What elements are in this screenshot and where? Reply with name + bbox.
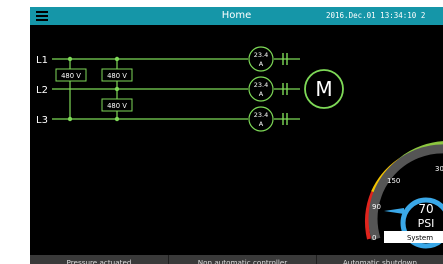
- pressure-gauge[interactable]: 0 90 150 30 70 PSI System: [365, 141, 443, 249]
- gauge-value: 70: [418, 202, 433, 216]
- datetime-display: 2016.Dec.01 13:34:10 2: [326, 11, 426, 20]
- junction-dot: [114, 116, 120, 122]
- meter-3-unit: A: [259, 120, 264, 128]
- line-label-l1: L1: [36, 55, 48, 66]
- gauge-tick-30: 30: [435, 165, 443, 173]
- junction-dot: [67, 116, 73, 122]
- gauge-source-label: System: [407, 234, 433, 242]
- app-screen: Home 2016.Dec.01 13:34:10 2 L1 L2 L3 480…: [30, 7, 443, 264]
- meter-2-value: 23.4: [254, 81, 268, 89]
- meter-1-value: 23.4: [254, 51, 268, 59]
- transformer-3[interactable]: 480 V: [101, 98, 133, 112]
- transformer-3-label: 480 V: [107, 102, 127, 110]
- current-meter-3[interactable]: 23.4 A: [248, 106, 274, 132]
- footer-bar: Pressure actuated Non automatic controll…: [30, 255, 443, 264]
- footer-button-automatic-shutdown[interactable]: Automatic shutdown: [317, 255, 443, 264]
- line-label-l2: L2: [36, 85, 48, 96]
- transformer-2-label: 480 V: [107, 72, 127, 80]
- motor-label: M: [315, 77, 332, 101]
- meter-2-unit: A: [259, 90, 264, 98]
- meter-3-value: 23.4: [254, 111, 268, 119]
- transformer-1-label: 480 V: [61, 72, 81, 80]
- gauge-unit: PSI: [418, 217, 435, 230]
- gauge-needle: [384, 208, 404, 214]
- line-label-l3: L3: [36, 115, 48, 126]
- motor[interactable]: M: [304, 69, 344, 109]
- gauge-tick-90: 90: [372, 203, 381, 211]
- top-bar: Home 2016.Dec.01 13:34:10 2: [30, 7, 443, 25]
- gauge-tick-150: 150: [387, 177, 400, 185]
- junction-dot: [114, 86, 120, 92]
- current-meter-1[interactable]: 23.4 A: [248, 46, 274, 72]
- meter-1-unit: A: [259, 60, 264, 68]
- current-meter-2[interactable]: 23.4 A: [248, 76, 274, 102]
- transformer-1[interactable]: 480 V: [55, 68, 87, 82]
- one-line-diagram: L1 L2 L3 480 V 480 V 480 V 23.4 A 23.4 A…: [36, 46, 443, 249]
- junction-dot: [114, 56, 120, 62]
- gauge-tick-0: 0: [372, 234, 376, 242]
- junction-dot: [67, 56, 73, 62]
- footer-button-pressure-actuated[interactable]: Pressure actuated: [30, 255, 169, 264]
- transformer-2[interactable]: 480 V: [101, 68, 133, 82]
- footer-button-non-automatic-controller[interactable]: Non automatic controller: [169, 255, 317, 264]
